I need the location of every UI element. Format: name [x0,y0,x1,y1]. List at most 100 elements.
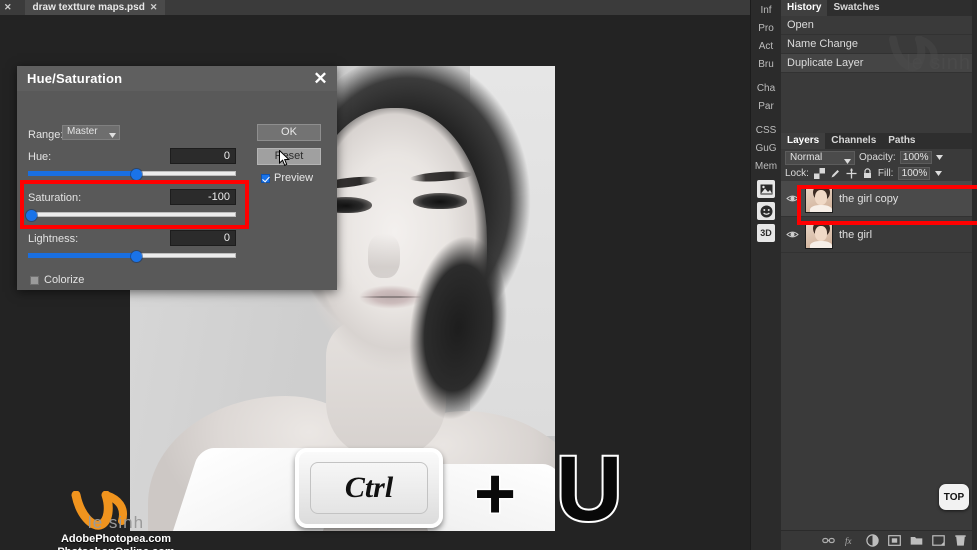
lock-paint-icon[interactable] [830,168,841,179]
ctrl-key-inner: Ctrl [310,462,428,514]
vtab-cha[interactable]: Cha [751,80,781,98]
hue-value-input[interactable]: 0 [170,148,236,164]
tab-paths[interactable]: Paths [882,133,922,149]
plus-sign-label: + [472,454,517,534]
document-tab-bar: ✕ draw textture maps.psd ✕ [0,0,751,15]
u-key-graphic: U [554,441,636,537]
tab-channels[interactable]: Channels [825,133,883,149]
layer-thumbnail[interactable] [805,184,833,213]
opacity-input[interactable]: 100% [899,151,932,164]
fill-input[interactable]: 100% [898,167,931,180]
colorize-checkbox-row[interactable]: Colorize [30,274,84,286]
watermark-brand: le sinh [87,513,145,532]
hue-saturation-dialog[interactable]: Hue/Saturation ✕ Range: Master Hue: 0 Sa… [17,66,337,290]
photo-nose [368,234,400,278]
opacity-label: Opacity: [859,152,896,163]
dialog-title-bar[interactable]: Hue/Saturation ✕ [17,66,337,91]
colorize-label: Colorize [44,274,85,286]
vtab-act[interactable]: Act [751,38,781,56]
tab-swatches[interactable]: Swatches [827,0,886,16]
vtab-mem[interactable]: Mem [751,158,781,176]
preview-checkbox-row[interactable]: Preview [261,172,313,184]
preview-checkbox[interactable] [261,173,270,183]
vtab-pro[interactable]: Pro [751,20,781,38]
layer-name[interactable]: the girl copy [839,193,898,205]
blend-mode-value: Normal [790,151,823,163]
photopea-window: ✕ draw textture maps.psd ✕ Ctrl + U le s… [0,0,977,550]
dialog-title: Hue/Saturation [27,71,123,86]
layer-name[interactable]: the girl [839,229,872,241]
chevron-down-icon [844,156,851,168]
lightness-slider-track-empty [136,253,236,258]
hue-label: Hue: [28,151,52,163]
eye-icon[interactable] [786,228,799,241]
lock-all-icon[interactable] [862,168,873,179]
hue-slider-knob[interactable] [131,169,142,180]
layer-row[interactable]: the girl [781,217,977,253]
lightness-slider-track-filled [28,253,136,258]
close-icon[interactable]: ✕ [311,69,330,88]
adjustment-icon[interactable] [866,534,879,547]
colorize-checkbox[interactable] [30,275,39,285]
ok-button[interactable]: OK [257,124,321,141]
image-icon[interactable] [757,180,775,198]
preview-label: Preview [274,172,314,184]
smiley-icon[interactable] [757,202,775,220]
lightness-slider-knob[interactable] [131,251,142,262]
eye-icon[interactable] [786,192,799,205]
3d-icon[interactable]: 3D [757,224,775,242]
scroll-to-top-button[interactable]: TOP [939,484,969,510]
close-icon[interactable]: ✕ [4,0,12,15]
vtab-inf[interactable]: Inf [751,2,781,20]
history-item[interactable]: Open [781,16,977,35]
panel-scrollbar[interactable] [972,0,977,550]
layer-list: the girl copy the girl [781,181,977,253]
lightness-value-input[interactable]: 0 [170,230,236,246]
tab-layers[interactable]: Layers [781,133,826,149]
fx-icon[interactable]: fx [844,534,857,547]
mask-icon[interactable] [888,534,901,547]
watermark: le sinh AdobePhotopea.com PhotoshopOnlin… [52,491,180,550]
svg-text:fx: fx [845,536,852,546]
close-icon[interactable]: ✕ [150,0,158,15]
hue-slider[interactable] [28,169,236,180]
lock-position-icon[interactable] [846,168,857,179]
layer-row[interactable]: the girl copy [781,181,977,217]
chevron-down-icon [109,130,116,142]
history-tab-bar: History Swatches [781,0,977,16]
new-layer-icon[interactable] [932,534,945,547]
link-icon[interactable] [822,534,835,547]
document-tab-1[interactable]: draw textture maps.psd ✕ [24,0,166,15]
vtab-gug[interactable]: GuG [751,140,781,158]
mouse-cursor-icon [279,149,291,167]
right-panel: Inf Pro Act Bru Cha Par CSS GuG Mem 3D H… [751,0,977,550]
lock-transparency-icon[interactable] [813,168,825,179]
vtab-css[interactable]: CSS [751,122,781,140]
vtab-bru[interactable]: Bru [751,56,781,74]
folder-icon[interactable] [910,534,923,547]
chevron-down-icon[interactable] [935,152,943,163]
vtab-par[interactable]: Par [751,98,781,116]
u-key-label: U [554,438,624,540]
saturation-value-input[interactable]: -100 [170,189,236,205]
trash-icon[interactable] [954,534,967,547]
chevron-down-icon[interactable] [935,168,943,179]
dialog-body: Range: Master Hue: 0 Saturation: -100 Li… [17,91,337,290]
document-tab-label: draw textture maps.psd [32,2,145,13]
blend-mode-select[interactable]: Normal [785,150,855,168]
document-tab-0[interactable]: ✕ [0,0,25,15]
saturation-slider-knob[interactable] [26,210,37,221]
layer-thumbnail[interactable] [805,220,833,249]
canvas-area[interactable]: Ctrl + U le sinh AdobePhotopea.com Photo… [0,15,751,550]
lightness-label: Lightness: [28,233,79,245]
blend-mode-row: Normal Opacity: 100% [781,149,977,166]
range-select-value: Master [67,126,98,137]
range-label: Range: [28,129,64,141]
saturation-slider-track-empty [28,212,236,217]
range-select[interactable]: Master [62,125,120,140]
lock-label: Lock: [785,168,809,179]
tab-history[interactable]: History [781,0,828,16]
saturation-slider[interactable] [26,210,236,221]
lightness-slider[interactable] [28,251,236,262]
panel-column: History Swatches le sinh Open Name Chang… [781,0,977,550]
